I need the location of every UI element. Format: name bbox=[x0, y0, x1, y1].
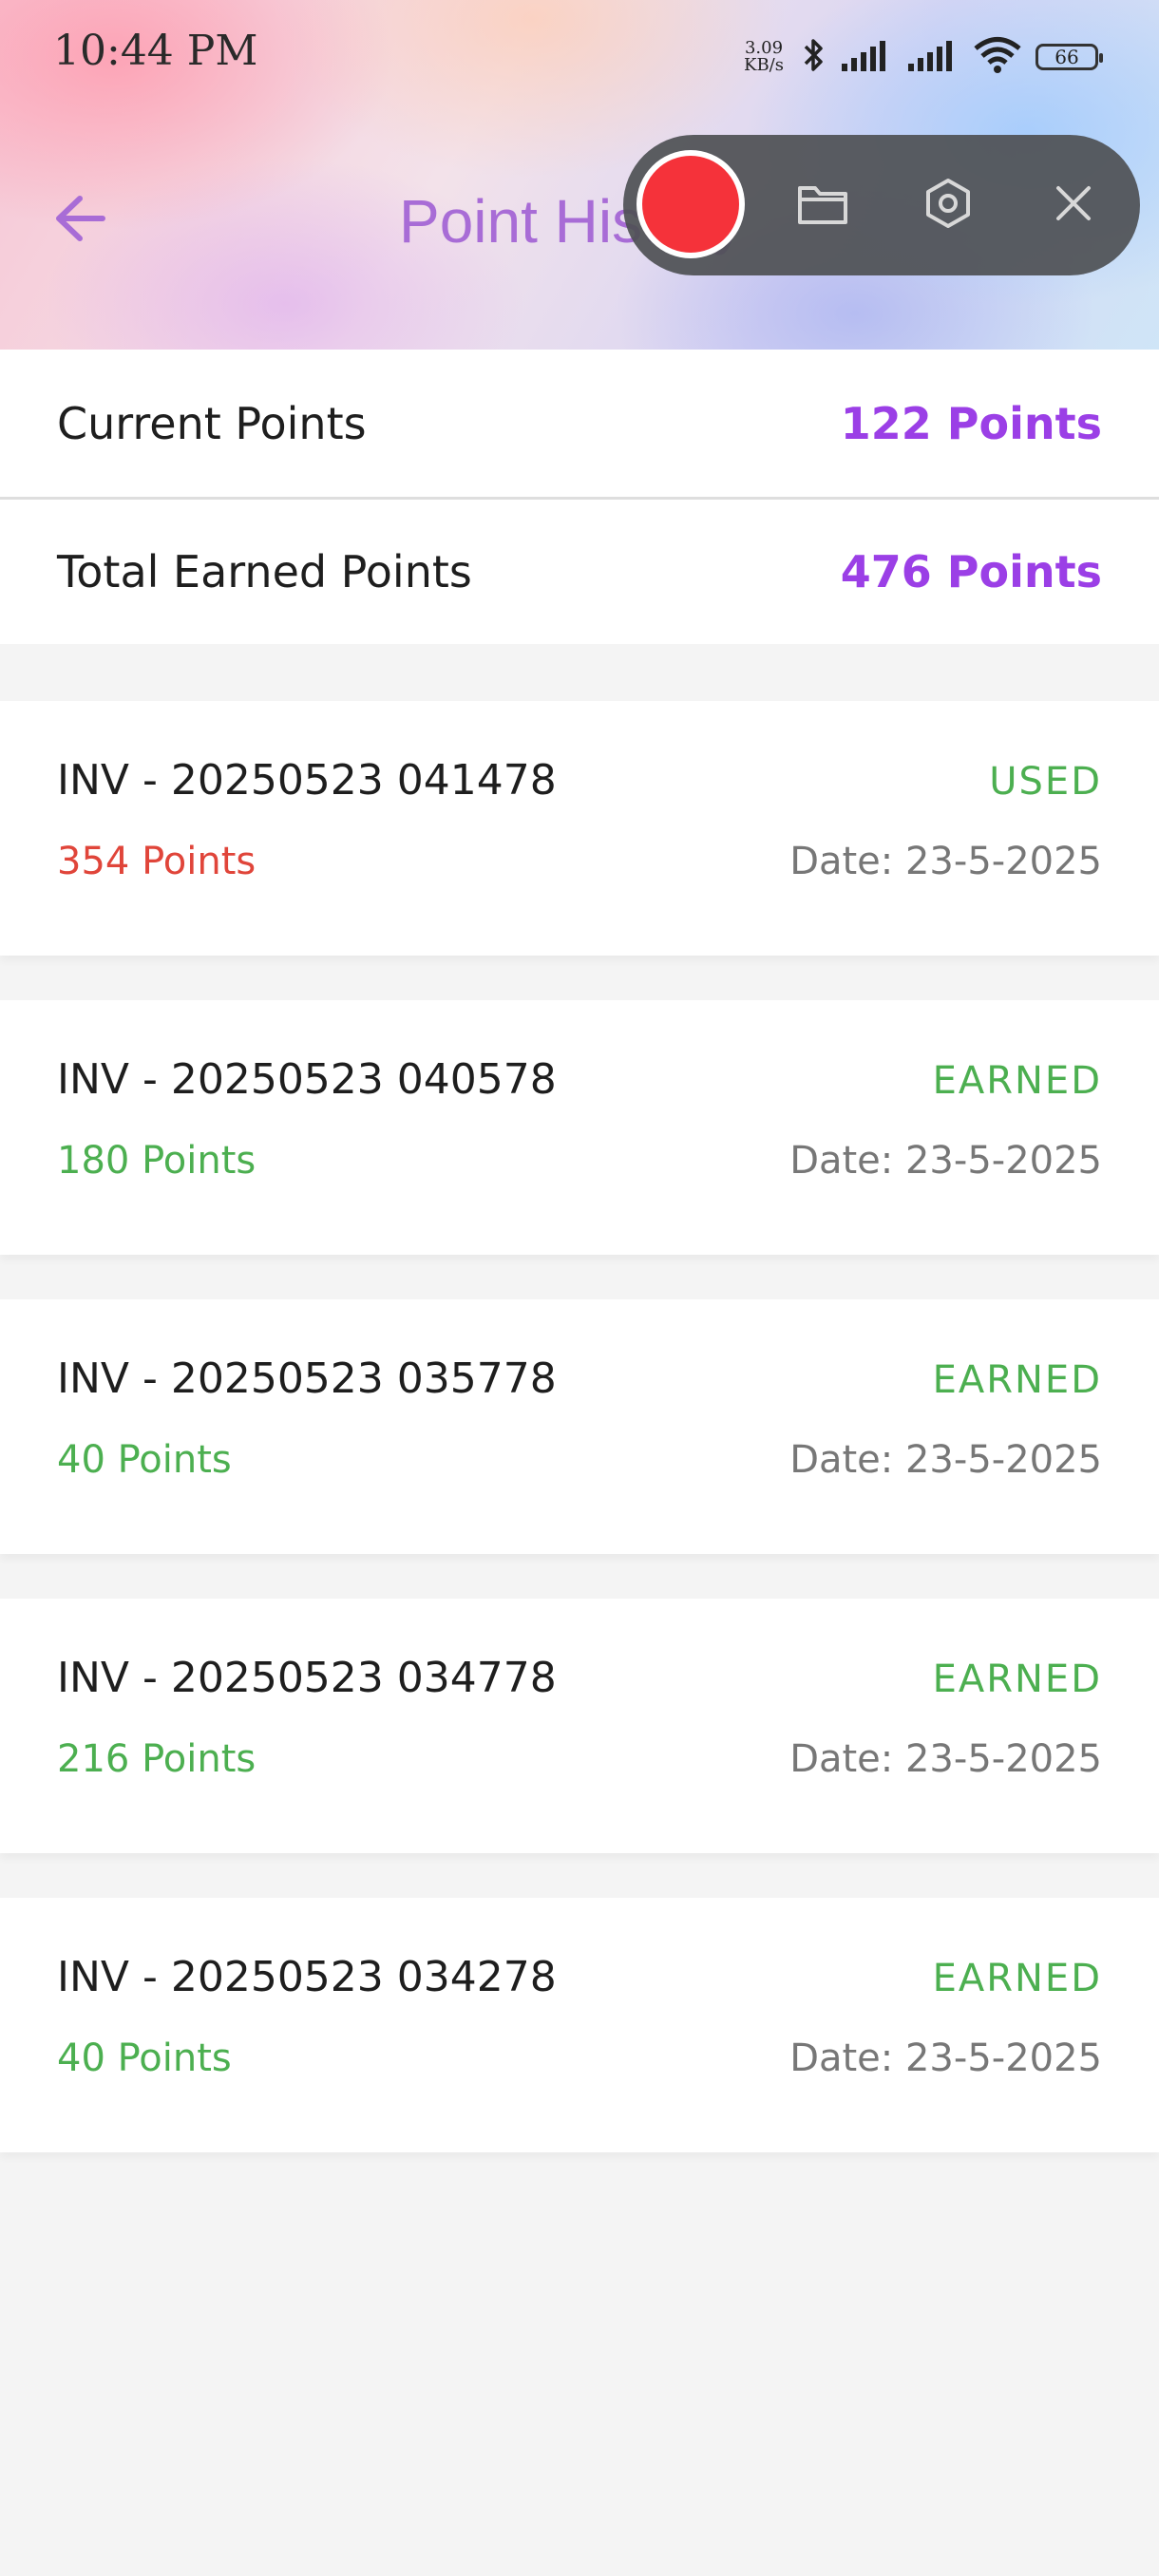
net-speed: 3.09 KB/s bbox=[739, 40, 788, 74]
record-button[interactable] bbox=[642, 156, 739, 253]
arrow-left-icon bbox=[53, 195, 106, 246]
transaction-card[interactable]: INV - 20250523 034778 216 Points EARNED … bbox=[0, 1599, 1159, 1853]
status-badge: EARNED bbox=[932, 1657, 1102, 1701]
back-button[interactable] bbox=[46, 186, 114, 255]
points-amount: 40 Points bbox=[57, 2036, 232, 2080]
settings-icon bbox=[922, 177, 975, 234]
folder-icon bbox=[796, 180, 849, 230]
points-summary: Current Points 122 Points Total Earned P… bbox=[0, 350, 1159, 644]
status-badge: EARNED bbox=[932, 1358, 1102, 1402]
total-earned-label: Total Earned Points bbox=[57, 546, 472, 597]
battery-level: 66 bbox=[1054, 46, 1079, 68]
transaction-card[interactable]: INV - 20250523 040578 180 Points EARNED … bbox=[0, 1000, 1159, 1255]
invoice-number: INV - 20250523 034278 bbox=[57, 1953, 557, 2001]
transaction-card[interactable]: INV - 20250523 041478 354 Points USED Da… bbox=[0, 701, 1159, 956]
battery-icon: 66 bbox=[1036, 44, 1103, 70]
status-time: 10:44 PM bbox=[53, 27, 258, 75]
points-amount: 40 Points bbox=[57, 1438, 232, 1482]
transaction-date: Date: 23-5-2025 bbox=[789, 1737, 1102, 1781]
transaction-date: Date: 23-5-2025 bbox=[789, 1438, 1102, 1482]
total-earned-value: 476 Points bbox=[840, 546, 1102, 597]
invoice-number: INV - 20250523 041478 bbox=[57, 756, 557, 805]
signal-icon bbox=[906, 39, 960, 75]
signal-icon bbox=[840, 39, 893, 75]
total-earned-row: Total Earned Points 476 Points bbox=[0, 497, 1159, 644]
points-amount: 216 Points bbox=[57, 1737, 256, 1781]
transaction-date: Date: 23-5-2025 bbox=[789, 2036, 1102, 2080]
status-badge: USED bbox=[989, 760, 1102, 804]
transaction-date: Date: 23-5-2025 bbox=[789, 1139, 1102, 1183]
status-icons: 3.09 KB/s 66 bbox=[739, 34, 1103, 80]
invoice-number: INV - 20250523 035778 bbox=[57, 1354, 557, 1403]
current-points-label: Current Points bbox=[57, 397, 367, 449]
status-badge: EARNED bbox=[932, 1059, 1102, 1103]
points-amount: 180 Points bbox=[57, 1139, 256, 1183]
status-badge: EARNED bbox=[932, 1957, 1102, 2000]
close-icon bbox=[1053, 182, 1094, 228]
settings-button[interactable] bbox=[920, 177, 977, 234]
folder-button[interactable] bbox=[794, 177, 851, 234]
current-points-row: Current Points 122 Points bbox=[0, 350, 1159, 497]
close-button[interactable] bbox=[1045, 177, 1102, 234]
wifi-icon bbox=[973, 36, 1022, 78]
transaction-card[interactable]: INV - 20250523 035778 40 Points EARNED D… bbox=[0, 1299, 1159, 1554]
bluetooth-icon bbox=[802, 36, 826, 78]
net-speed-unit: KB/s bbox=[744, 55, 784, 75]
transaction-date: Date: 23-5-2025 bbox=[789, 840, 1102, 883]
current-points-value: 122 Points bbox=[840, 397, 1102, 449]
screen-recorder-toolbar bbox=[623, 135, 1140, 275]
points-amount: 354 Points bbox=[57, 840, 256, 883]
invoice-number: INV - 20250523 040578 bbox=[57, 1055, 557, 1104]
transaction-card[interactable]: INV - 20250523 034278 40 Points EARNED D… bbox=[0, 1898, 1159, 2152]
invoice-number: INV - 20250523 034778 bbox=[57, 1654, 557, 1702]
